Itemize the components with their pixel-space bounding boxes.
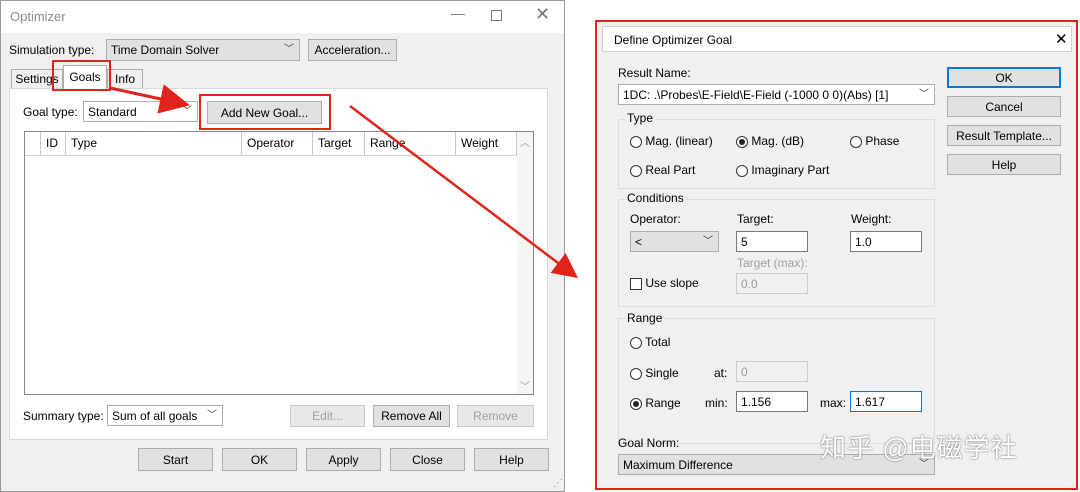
chevron-down-icon: ﹀ [703, 236, 713, 247]
radio-phase[interactable] [850, 135, 862, 148]
watermark: 知乎 @电磁学社 [820, 433, 1018, 463]
range-single[interactable]: Single [630, 366, 679, 380]
conditions-group-label: Conditions [625, 191, 686, 205]
operator-value: < [635, 235, 643, 249]
goal-norm-label: Goal Norm: [618, 436, 680, 450]
result-name-label: Result Name: [618, 66, 691, 80]
type-real-part-label: Real Part [645, 163, 696, 177]
max-label: max: [820, 396, 847, 410]
arrow-goals-to-add [109, 84, 190, 114]
radio-imaginary-part[interactable] [736, 164, 748, 177]
dialog-titlebar: Define Optimizer Goal ✕ [602, 26, 1072, 52]
target-max-label: Target (max): [737, 256, 808, 270]
result-name-select[interactable]: 1DC: .\Probes\E-Field\E-Field (-1000 0 0… [618, 84, 935, 105]
radio-real-part[interactable] [630, 164, 642, 177]
chevron-down-icon: ﹀ [919, 89, 929, 100]
target-input[interactable]: 5 [736, 231, 808, 252]
range-total[interactable]: Total [630, 335, 670, 349]
goal-norm-value: Maximum Difference [623, 458, 733, 472]
weight-label: Weight: [851, 212, 892, 226]
use-slope-label: Use slope [645, 276, 699, 290]
dialog-title: Define Optimizer Goal [614, 33, 733, 47]
range-single-label: Single [645, 366, 679, 380]
result-template-button[interactable]: Result Template... [947, 125, 1061, 146]
weight-input[interactable]: 1.0 [850, 231, 922, 252]
radio-range-single[interactable] [630, 367, 642, 380]
define-goal-dialog: Define Optimizer Goal ✕ Result Name: 1DC… [598, 22, 1076, 488]
max-input[interactable]: 1.617 [850, 391, 922, 412]
type-phase-label: Phase [865, 134, 900, 148]
range-total-label: Total [645, 335, 671, 349]
type-imaginary-part[interactable]: Imaginary Part [736, 163, 829, 177]
target-label: Target: [737, 212, 774, 226]
type-group-label: Type [625, 111, 656, 125]
dialog-ok-button[interactable]: OK [947, 67, 1061, 88]
range-range[interactable]: Range [630, 396, 681, 410]
range-group-label: Range [625, 311, 665, 325]
annotation-box-goals-tab [52, 60, 111, 91]
type-real-part[interactable]: Real Part [630, 163, 695, 177]
dialog-cancel-button[interactable]: Cancel [947, 96, 1061, 117]
radio-mag-linear[interactable] [630, 135, 642, 148]
type-mag-db-label: Mag. (dB) [751, 134, 805, 148]
type-group [618, 119, 935, 189]
close-icon[interactable]: ✕ [1055, 30, 1068, 48]
min-input[interactable]: 1.156 [736, 391, 808, 412]
operator-label: Operator: [630, 212, 681, 226]
type-imaginary-part-label: Imaginary Part [751, 163, 830, 177]
radio-range-range[interactable] [630, 397, 642, 410]
at-label: at: [714, 366, 728, 380]
type-phase[interactable]: Phase [850, 134, 899, 148]
type-mag-linear[interactable]: Mag. (linear) [630, 134, 713, 148]
type-mag-linear-label: Mag. (linear) [645, 134, 713, 148]
dialog-help-button[interactable]: Help [947, 154, 1061, 175]
arrow-add-to-dialog [349, 105, 578, 279]
radio-range-total[interactable] [630, 336, 642, 349]
type-mag-db[interactable]: Mag. (dB) [736, 134, 804, 148]
operator-select[interactable]: < ﹀ [630, 231, 719, 252]
result-name-value: 1DC: .\Probes\E-Field\E-Field (-1000 0 0… [623, 88, 889, 102]
range-range-label: Range [645, 396, 681, 410]
at-input[interactable]: 0 [736, 361, 808, 382]
target-max-input[interactable]: 0.0 [736, 273, 808, 294]
use-slope-checkbox[interactable] [630, 277, 642, 290]
radio-mag-db[interactable] [736, 135, 748, 148]
min-label: min: [705, 396, 728, 410]
use-slope[interactable]: Use slope [630, 276, 699, 290]
